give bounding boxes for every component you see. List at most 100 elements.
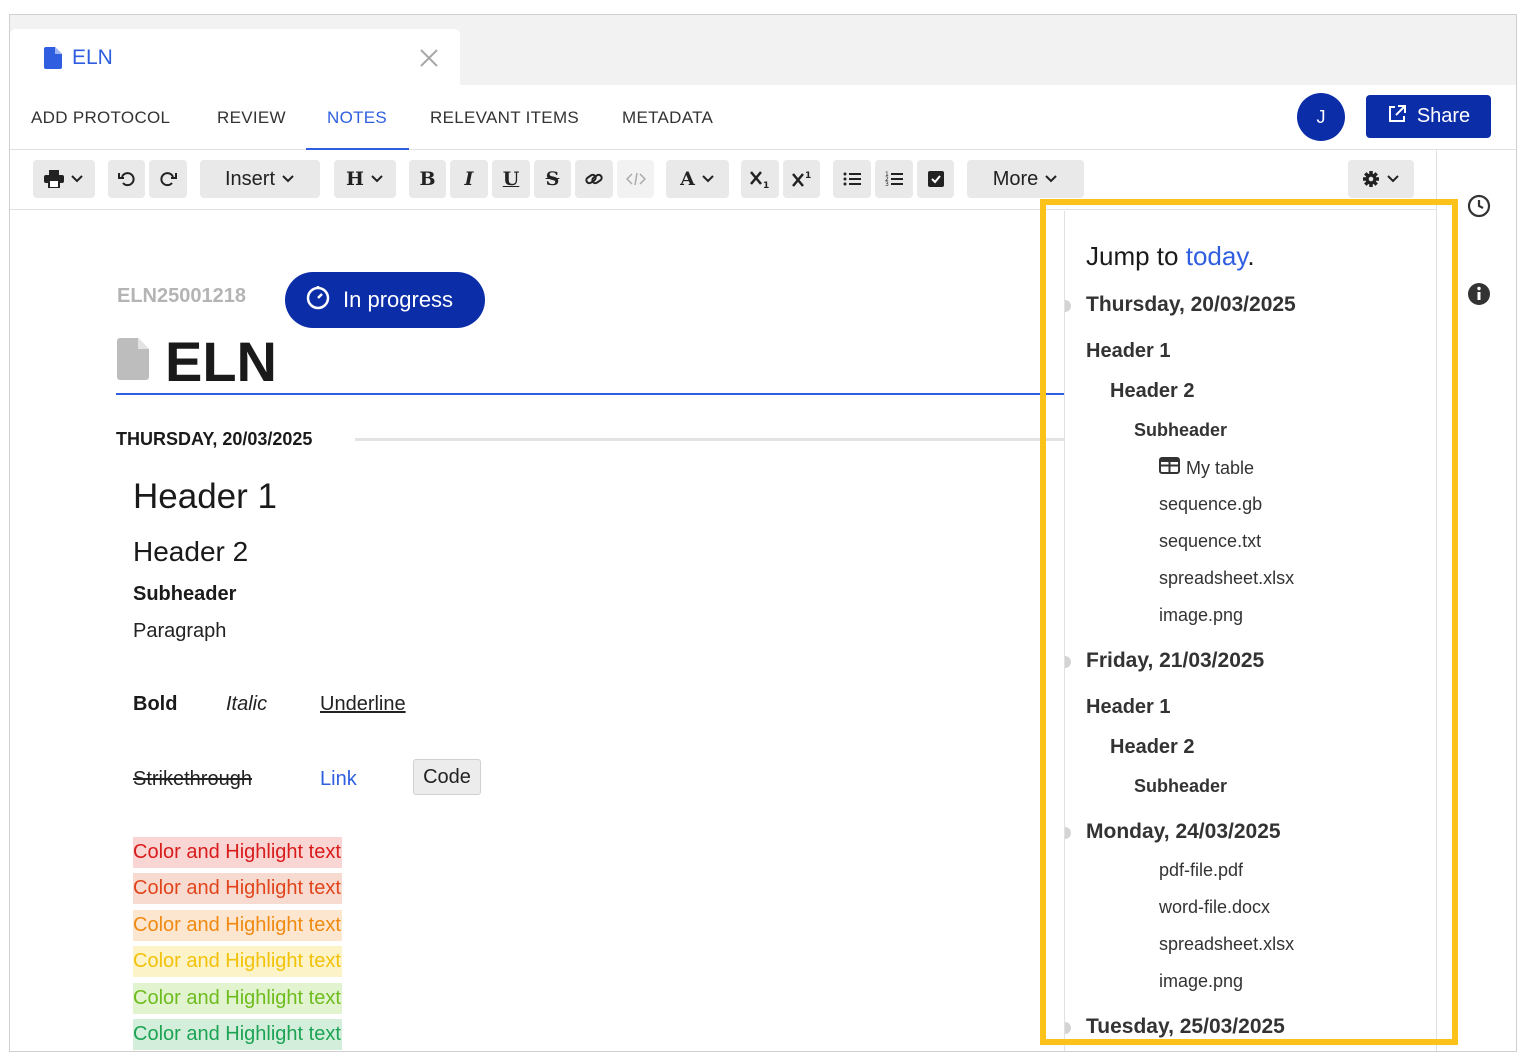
underline-text[interactable]: Underline [320,693,406,716]
chevron-down-icon [1044,172,1058,186]
jump-header-2[interactable]: Header 2 [1110,380,1195,403]
underline-button[interactable]: U [492,160,530,198]
jump-item[interactable]: word-file.docx [1159,897,1270,918]
status-label: In progress [343,287,454,312]
tab-add-protocol[interactable]: ADD PROTOCOL [31,108,170,128]
jump-header-2[interactable]: Header 2 [1110,736,1195,759]
jump-date[interactable]: Tuesday, 25/03/2025 [1086,1015,1285,1039]
insert-dropdown[interactable]: Insert [200,160,320,198]
svg-text:1: 1 [805,171,811,181]
more-label: More [992,167,1039,190]
jump-item[interactable]: pdf-file.pdf [1159,860,1243,881]
bold-button[interactable]: B [409,160,446,198]
jump-item[interactable]: spreadsheet.xlsx [1159,568,1294,589]
link-text[interactable]: Link [320,768,357,791]
jump-subheader[interactable]: Subheader [1134,420,1227,441]
paragraph[interactable]: Paragraph [133,620,226,643]
header-1[interactable]: Header 1 [133,477,277,517]
jump-item[interactable]: image.png [1159,605,1243,626]
italic-button[interactable]: I [450,160,488,198]
jump-item[interactable]: spreadsheet.xlsx [1159,934,1294,955]
chevron-down-icon [701,172,715,186]
status-badge[interactable]: In progress [285,272,485,328]
highlight-line-light-green[interactable]: Color and Highlight text [133,983,342,1014]
table-icon [1159,457,1180,479]
document-icon [117,338,149,385]
bullet-list-button[interactable] [833,160,871,198]
entry-date: THURSDAY, 20/03/2025 [116,429,313,449]
undo-icon [117,170,136,188]
jump-date[interactable]: Thursday, 20/03/2025 [1086,293,1296,317]
more-dropdown[interactable]: More [967,160,1084,198]
header-2[interactable]: Header 2 [133,536,248,568]
redo-button[interactable] [149,160,187,198]
tab-notes[interactable]: NOTES [327,108,387,128]
italic-label: I [464,168,474,190]
jump-header-1[interactable]: Header 1 [1086,696,1171,719]
highlight-line-orange[interactable]: Color and Highlight text [133,910,342,941]
jump-header-1[interactable]: Header 1 [1086,340,1171,363]
checklist-button[interactable] [917,160,954,198]
avatar[interactable]: J [1297,93,1345,141]
jump-item[interactable]: My table [1159,457,1254,479]
subheader[interactable]: Subheader [133,583,236,606]
heading-dropdown[interactable]: H [334,160,396,198]
undo-button[interactable] [108,160,145,198]
numbered-list-icon: 123 [885,171,903,187]
document-tab-title: ELN [72,46,113,69]
history-icon[interactable] [1467,194,1491,223]
superscript-button[interactable]: 1 [783,160,820,198]
tab-strip: ELN [10,15,1516,85]
jump-item[interactable]: sequence.txt [1159,531,1261,552]
share-button[interactable]: Share [1366,95,1491,138]
subscript-button[interactable]: 1 [741,160,779,198]
jump-item[interactable]: sequence.gb [1159,494,1262,515]
page-title[interactable]: ELN [165,329,277,394]
numbered-list-button[interactable]: 123 [875,160,913,198]
underline-label: U [502,168,520,190]
print-button[interactable] [33,160,95,198]
jump-date[interactable]: Friday, 21/03/2025 [1086,649,1264,673]
timeline-dot [1065,827,1071,839]
avatar-initial: J [1316,106,1326,127]
timer-icon [305,284,331,316]
highlight-line-green[interactable]: Color and Highlight text [133,1019,342,1050]
date-divider [355,438,1065,441]
link-icon [585,170,603,188]
chevron-down-icon [70,172,84,186]
inline-code[interactable]: Code [413,759,481,795]
highlight-line-orange-red[interactable]: Color and Highlight text [133,873,342,904]
jump-today-link[interactable]: today [1186,241,1248,271]
document-tab[interactable]: ELN [10,29,460,85]
link-button[interactable] [575,160,613,198]
jump-heading: Jump to today. [1086,241,1255,272]
timeline-dot [1065,300,1071,312]
italic-text[interactable]: Italic [226,693,267,716]
font-color-dropdown[interactable]: A [666,160,729,198]
tab-relevant-items[interactable]: RELEVANT ITEMS [430,108,579,128]
subscript-icon: 1 [749,169,771,189]
settings-dropdown[interactable] [1348,160,1414,198]
jump-to-panel: Jump to today. Thursday, 20/03/2025 Head… [1064,211,1436,1051]
jump-item[interactable]: image.png [1159,971,1243,992]
timeline-dot [1065,1022,1071,1034]
highlight-line-red[interactable]: Color and Highlight text [133,837,342,868]
jump-heading-prefix: Jump to [1086,241,1179,271]
chevron-down-icon [370,172,384,186]
strikethrough-label: S [545,168,560,190]
code-button[interactable] [617,160,654,198]
heading-label: H [346,168,364,190]
bold-text[interactable]: Bold [133,693,177,716]
highlight-line-yellow[interactable]: Color and Highlight text [133,946,342,977]
info-icon[interactable] [1467,282,1491,311]
jump-subheader[interactable]: Subheader [1134,776,1227,797]
jump-date[interactable]: Monday, 24/03/2025 [1086,820,1281,844]
checkbox-icon [927,171,944,187]
strikethrough-button[interactable]: S [534,160,571,198]
strikethrough-text[interactable]: Strikethrough [133,768,252,791]
close-icon[interactable] [417,46,441,70]
jump-heading-suffix: . [1247,241,1255,271]
tab-review[interactable]: REVIEW [217,108,286,128]
tab-metadata[interactable]: METADATA [622,108,713,128]
svg-text:3: 3 [885,181,889,187]
